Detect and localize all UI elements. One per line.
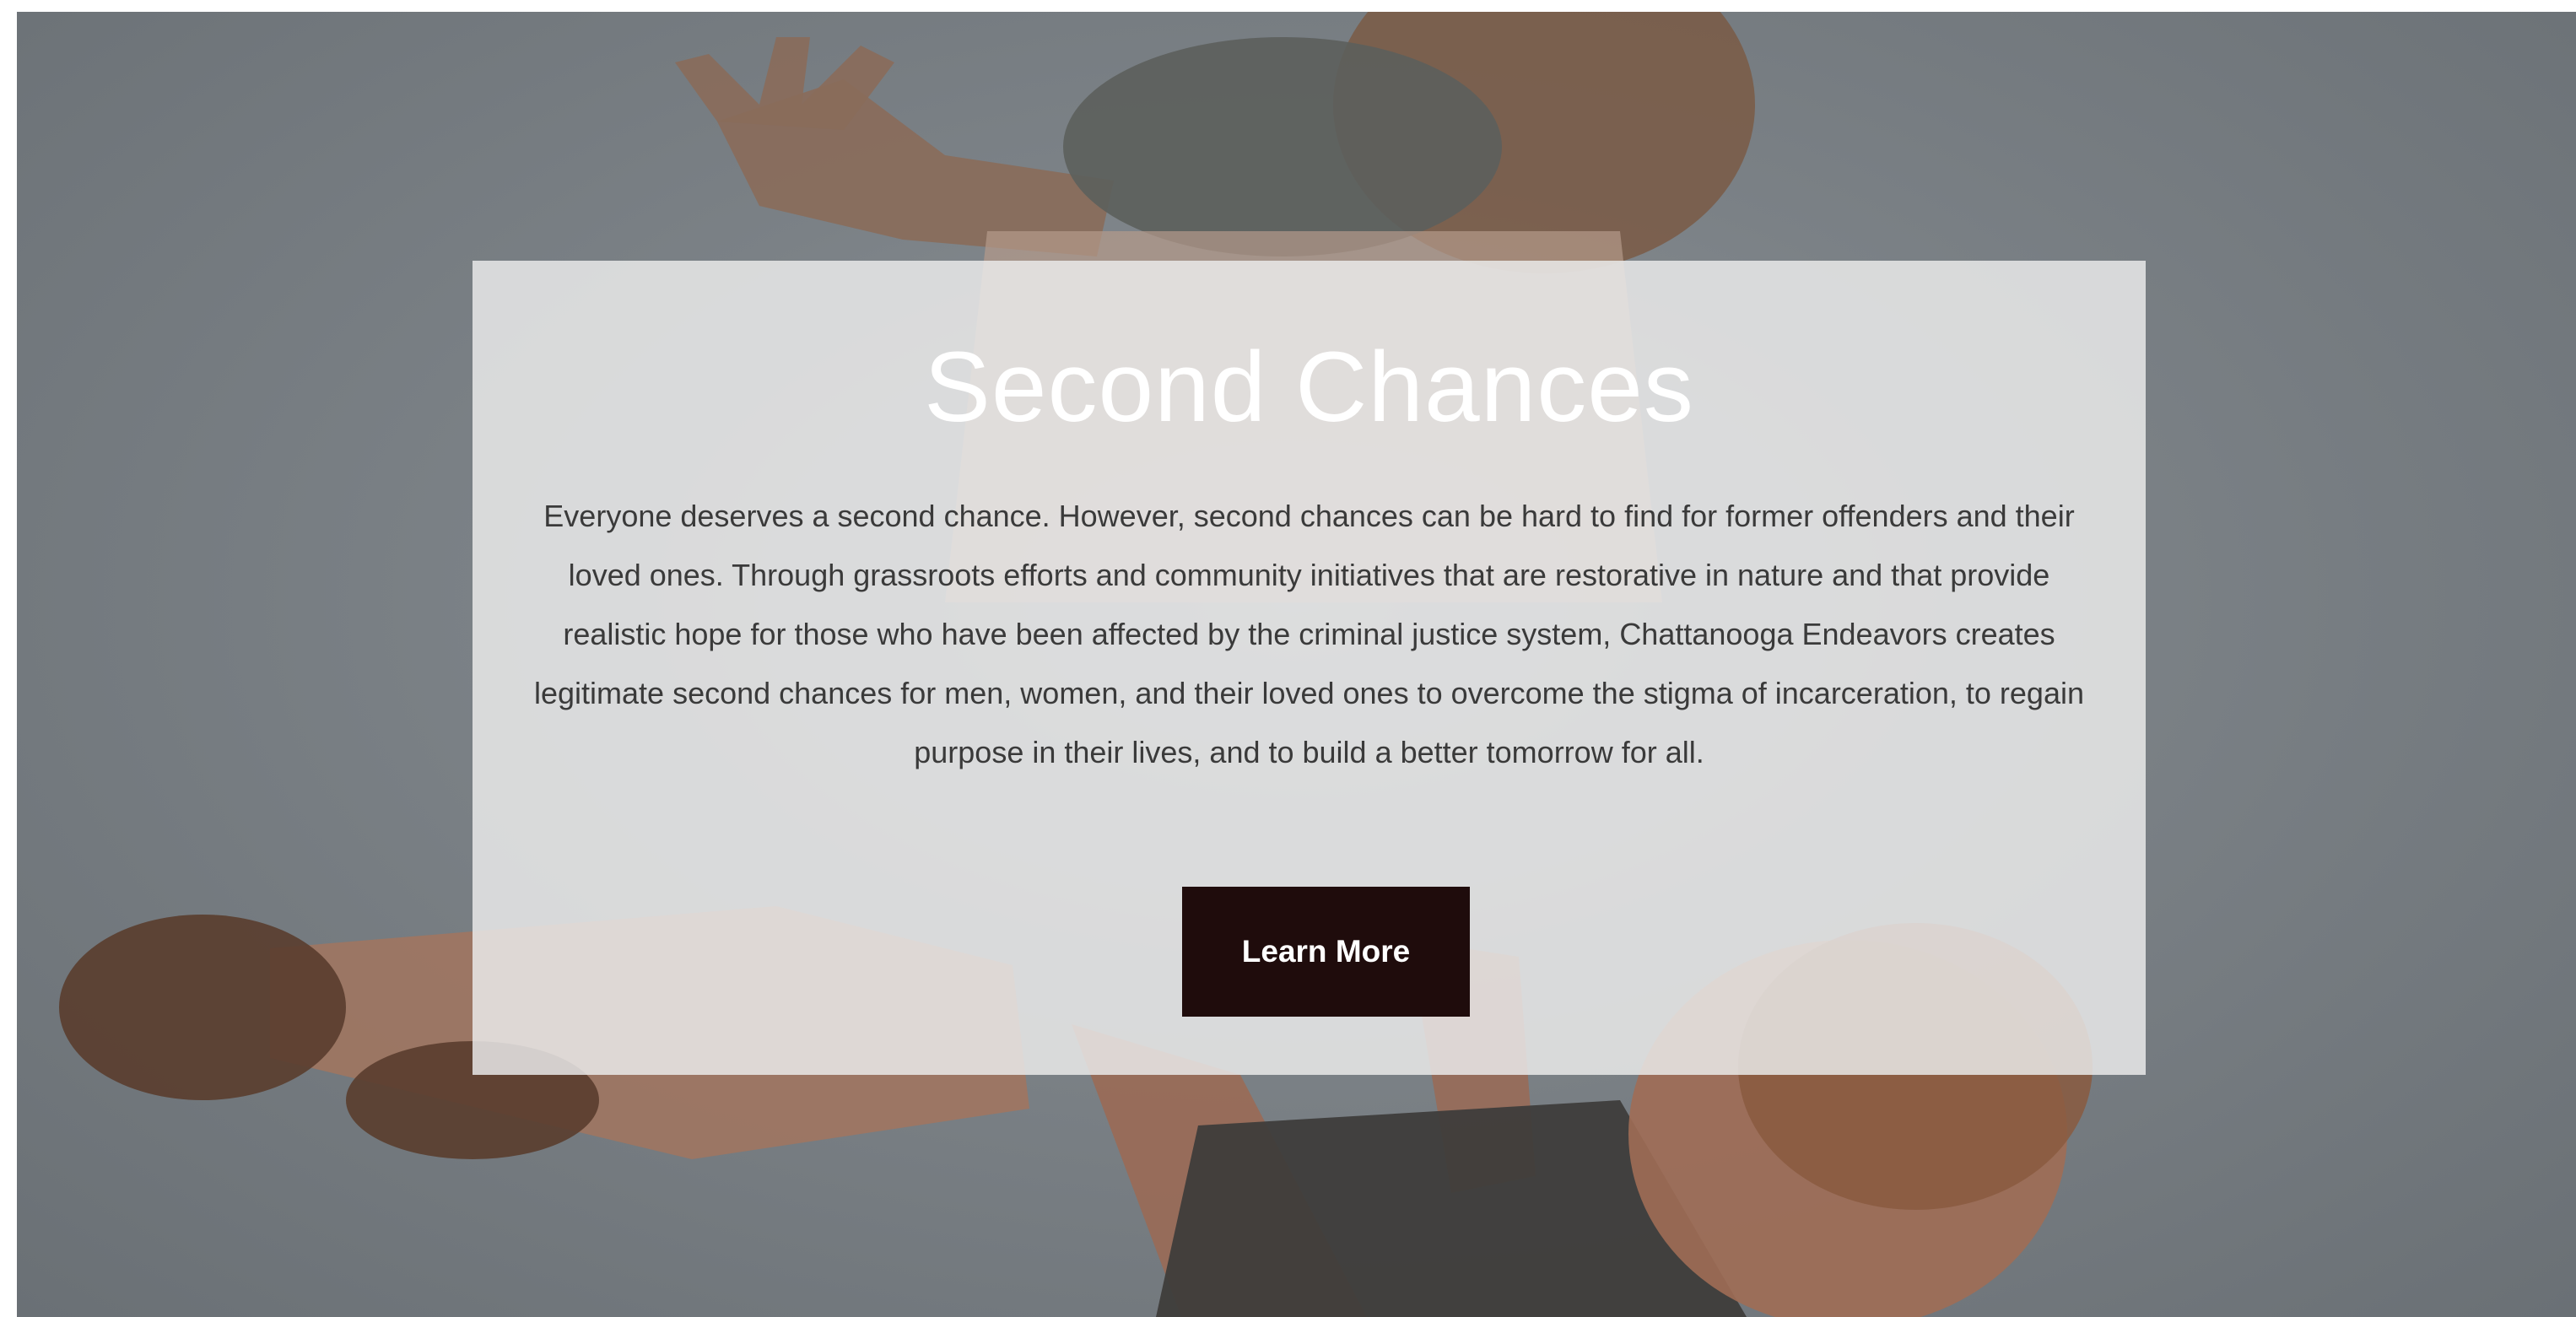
page-title: Second Chances bbox=[924, 332, 1694, 443]
hero-section: Second Chances Everyone deserves a secon… bbox=[17, 12, 2576, 1317]
intro-paragraph: Everyone deserves a second chance. Howev… bbox=[534, 499, 2084, 769]
intro-card: Second Chances Everyone deserves a secon… bbox=[473, 261, 2146, 1075]
learn-more-button[interactable]: Learn More bbox=[1182, 887, 1470, 1017]
